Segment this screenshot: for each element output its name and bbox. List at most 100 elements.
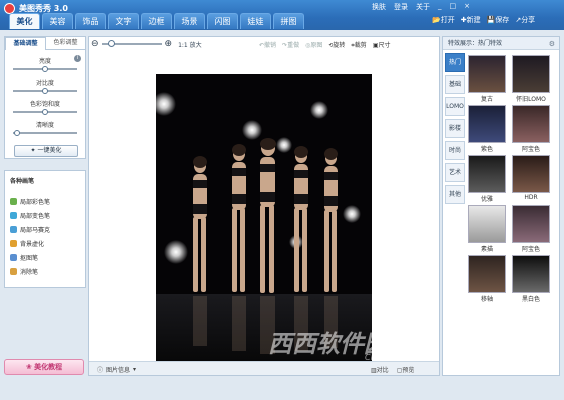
- effect-thumb[interactable]: [512, 205, 550, 243]
- dropdown-icon: ▾: [133, 366, 137, 373]
- sharpness-slider[interactable]: [13, 130, 77, 136]
- compare-button[interactable]: ▥对比: [371, 365, 389, 374]
- tab-color-adjust[interactable]: 色彩调整: [46, 37, 85, 50]
- zoom-label[interactable]: 1:1 放大: [178, 40, 202, 49]
- tab-hot[interactable]: 热门: [445, 53, 465, 72]
- open-button[interactable]: 📂打开: [432, 15, 455, 25]
- zoom-out-icon[interactable]: ⊖: [91, 39, 99, 49]
- effect-label: 优雅: [480, 196, 493, 203]
- preview-button[interactable]: ▢预览: [397, 365, 415, 374]
- login-link[interactable]: 登录: [394, 2, 408, 12]
- brush-item-local-color[interactable]: 局部彩色笔: [10, 196, 50, 206]
- brush-icon: [10, 211, 17, 219]
- brush-item-cutout[interactable]: 抠图笔: [10, 252, 38, 262]
- new-button[interactable]: ✚新建: [461, 15, 481, 25]
- effect-thumb[interactable]: [512, 105, 550, 143]
- blur-icon: [10, 239, 17, 247]
- rotate-button[interactable]: ⟲旋转: [328, 40, 345, 50]
- effect-label: 移轴: [480, 296, 493, 303]
- brush-item-eraser[interactable]: 消除笔: [10, 266, 38, 276]
- tab-flash[interactable]: 闪图: [207, 13, 238, 29]
- saturation-label: 色彩饱和度: [29, 101, 60, 108]
- canvas-status-bar: ⓘ 图片信息 ▾ ▥对比 ▢预览: [89, 361, 439, 375]
- brush-item-color-change[interactable]: 局部变色笔: [10, 210, 50, 220]
- brightness-knob[interactable]: [42, 66, 48, 72]
- folder-icon: 📂: [432, 16, 441, 24]
- close-button[interactable]: ×: [464, 2, 470, 12]
- tab-basic[interactable]: 基础: [445, 75, 465, 94]
- tab-frame[interactable]: 边框: [141, 13, 172, 29]
- tab-lomo[interactable]: LOMO: [445, 97, 465, 116]
- zoom-slider[interactable]: [101, 40, 162, 47]
- tab-art[interactable]: 艺术: [445, 163, 465, 182]
- tab-fashion[interactable]: 时尚: [445, 141, 465, 160]
- sharpness-knob[interactable]: [14, 130, 20, 136]
- settings-icon[interactable]: ⚙: [549, 40, 555, 48]
- contrast-slider[interactable]: [13, 88, 77, 94]
- adjust-subtabs: 基础调整 色彩调整: [5, 37, 85, 50]
- skin-link[interactable]: 换肤: [372, 2, 386, 12]
- zoom-bar: ⊖ ⊕ 1:1 放大: [91, 39, 202, 49]
- tab-text[interactable]: 文字: [108, 13, 139, 29]
- about-link[interactable]: 关于: [416, 2, 430, 12]
- tab-beauty[interactable]: 美容: [42, 13, 73, 29]
- eraser-icon: [10, 267, 17, 275]
- effect-label: 阿宝色: [521, 146, 540, 153]
- save-button[interactable]: 💾保存: [487, 15, 510, 25]
- effect-thumb[interactable]: [468, 205, 506, 243]
- tutorial-icon: ❀: [25, 363, 32, 371]
- brush-icon: [10, 197, 17, 205]
- effect-thumb[interactable]: [468, 105, 506, 143]
- original-button[interactable]: ◎原图: [305, 40, 322, 50]
- resize-button[interactable]: ▣尺寸: [373, 40, 391, 50]
- share-toolbar-button[interactable]: ↗分享: [515, 15, 535, 25]
- info-circle-icon: ⓘ: [97, 367, 104, 374]
- redo-button[interactable]: ↷重做: [282, 40, 299, 50]
- tab-scene[interactable]: 场景: [174, 13, 205, 29]
- crop-button[interactable]: ⌗裁剪: [351, 40, 366, 50]
- watermark-url: CR173.COM: [365, 353, 413, 362]
- brush-item-blur-background[interactable]: 背景虚化: [10, 238, 44, 248]
- window-controls: 换肤 登录 关于 _ □ ×: [372, 2, 470, 12]
- magic-icon: ✦: [30, 147, 36, 154]
- effect-thumb[interactable]: [512, 55, 550, 93]
- effect-label: 怀旧LOMO: [516, 96, 546, 103]
- one-click-beautify-button[interactable]: ✦ 一键美化: [14, 145, 78, 157]
- save-icon: 💾: [486, 16, 496, 24]
- brush-panel: 各种画笔 局部彩色笔 局部变色笔 局部马赛克 背景虚化 抠图笔 消除笔: [4, 170, 86, 288]
- maximize-button[interactable]: □: [450, 2, 457, 12]
- brush-item-mosaic[interactable]: 局部马赛克: [10, 224, 50, 234]
- tab-doll[interactable]: 娃娃: [240, 13, 271, 29]
- effects-showcase-panel: 特效展示：热门特效 ⚙ 热门 基础 LOMO 影楼 时尚 艺术 其他 复古 怀旧…: [442, 36, 560, 376]
- tab-collage[interactable]: 拼图: [273, 13, 304, 29]
- tab-other[interactable]: 其他: [445, 185, 465, 204]
- tab-beautify[interactable]: 美化: [9, 13, 40, 29]
- effect-category-tabs: 热门 基础 LOMO 影楼 时尚 艺术 其他: [445, 53, 465, 207]
- tab-basic-adjust[interactable]: 基础调整: [5, 37, 46, 50]
- edit-tools: ↶撤销 ↷重做 ◎原图 ⟲旋转 ⌗裁剪 ▣尺寸: [259, 40, 391, 50]
- contrast-knob[interactable]: [42, 88, 48, 94]
- zoom-knob[interactable]: [107, 40, 115, 47]
- brightness-slider[interactable]: [13, 66, 77, 72]
- effects-header: 特效展示：热门特效: [443, 37, 559, 50]
- file-toolbar: 📂打开 ✚新建 💾保存 ↗分享: [432, 15, 535, 25]
- tab-studio[interactable]: 影楼: [445, 119, 465, 138]
- saturation-knob[interactable]: [42, 109, 48, 115]
- main-tabs: 美化 美容 饰品 文字 边框 场景 闪图 娃娃 拼图: [9, 13, 304, 29]
- effect-label: 阿宝色: [521, 246, 540, 253]
- minimize-button[interactable]: _: [438, 2, 442, 12]
- effect-label: 复古: [480, 96, 493, 103]
- effect-thumb[interactable]: [468, 255, 506, 293]
- effect-thumb[interactable]: [468, 55, 506, 93]
- contrast-label: 对比度: [35, 80, 54, 87]
- zoom-in-icon[interactable]: ⊕: [165, 39, 173, 49]
- effect-thumb[interactable]: [512, 155, 550, 193]
- picture-info[interactable]: ⓘ 图片信息 ▾: [97, 365, 136, 374]
- undo-button[interactable]: ↶撤销: [259, 40, 276, 50]
- effect-thumb[interactable]: [468, 155, 506, 193]
- saturation-slider[interactable]: [13, 109, 77, 115]
- tab-accessories[interactable]: 饰品: [75, 13, 106, 29]
- sharpness-label: 清晰度: [35, 122, 54, 129]
- tutorial-button[interactable]: ❀ 美化教程: [4, 359, 84, 375]
- effect-thumb[interactable]: [512, 255, 550, 293]
